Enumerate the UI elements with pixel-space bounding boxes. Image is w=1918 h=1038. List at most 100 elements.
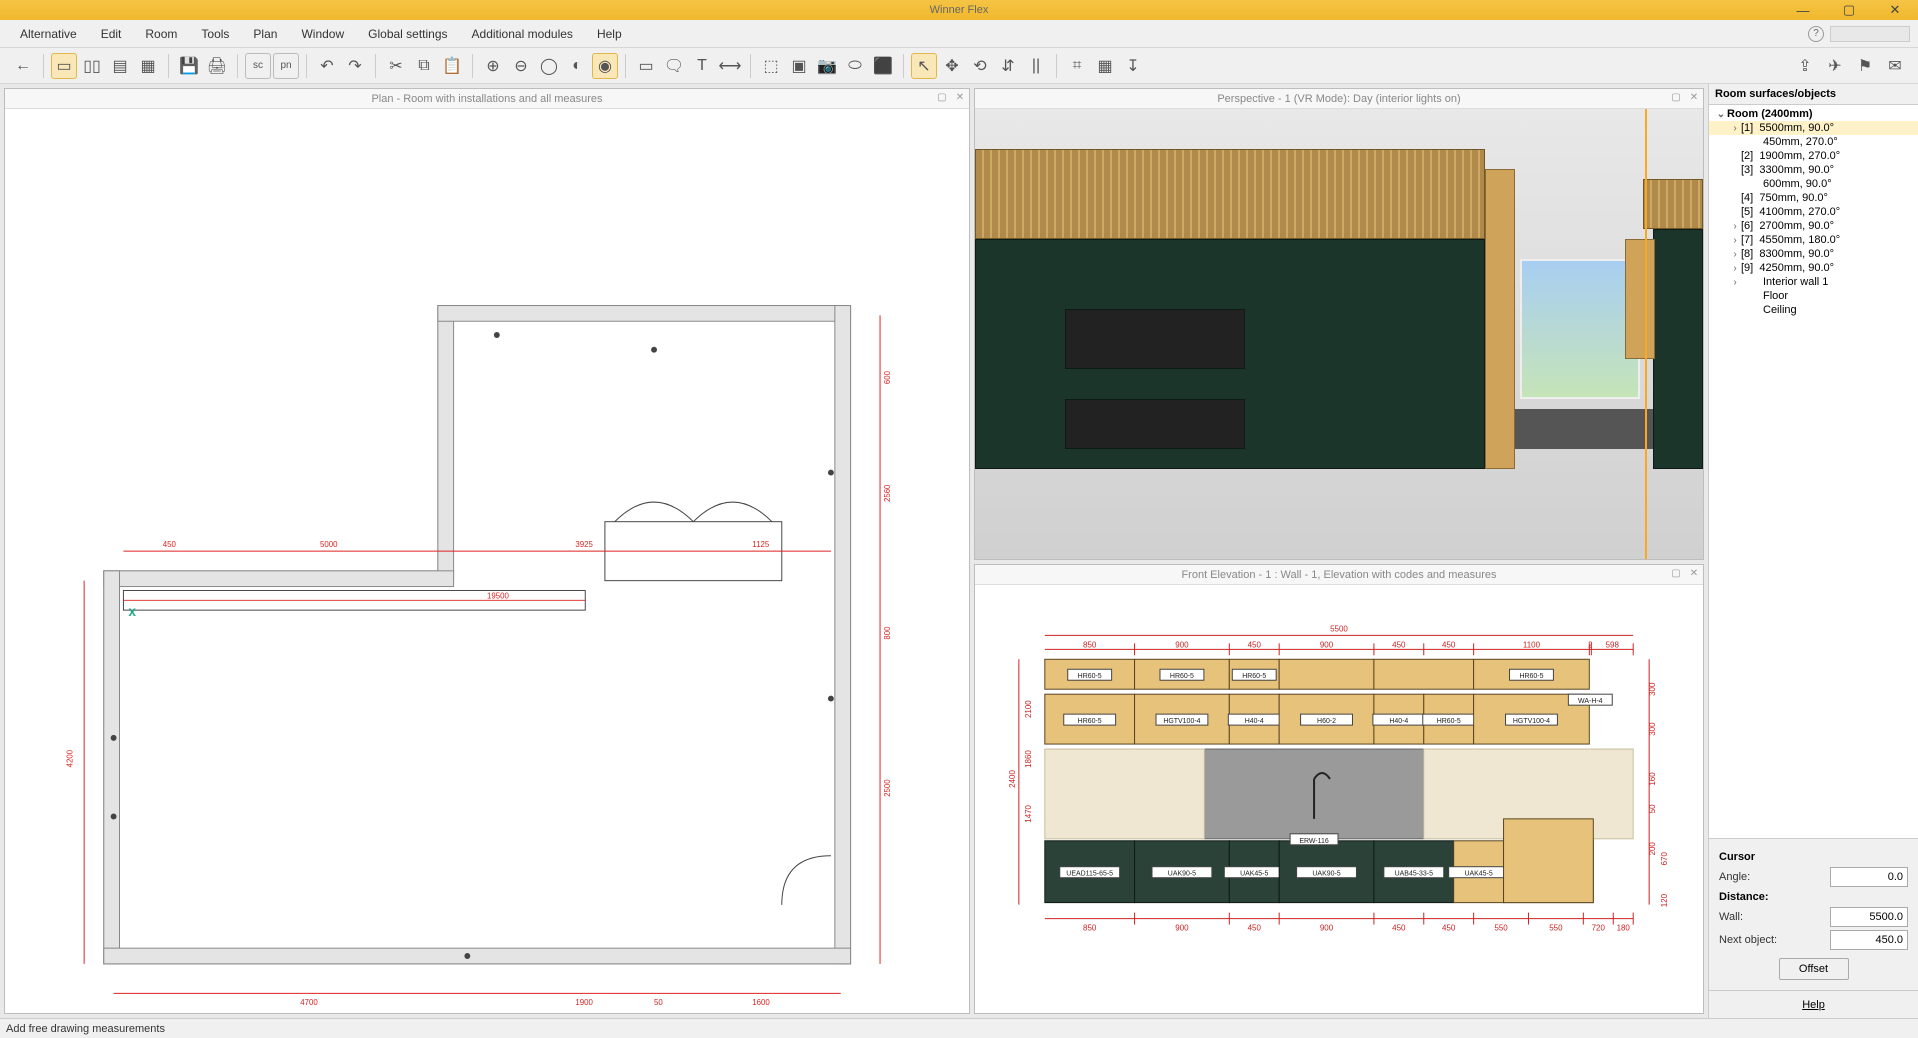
menu-additional-modules[interactable]: Additional modules bbox=[460, 23, 585, 45]
user-area[interactable] bbox=[1830, 26, 1910, 42]
zoom-region-icon[interactable]: ◐ bbox=[564, 53, 590, 79]
zoom-out-icon[interactable]: ⊖ bbox=[508, 53, 534, 79]
3d-icon[interactable]: ⬛ bbox=[870, 53, 896, 79]
tree-item[interactable]: ›[9] 4250mm, 90.0° bbox=[1709, 261, 1918, 275]
save-icon[interactable]: 💾 bbox=[176, 53, 202, 79]
svg-text:670: 670 bbox=[1660, 852, 1669, 866]
view-elevation-icon[interactable]: ▤ bbox=[107, 53, 133, 79]
perspective-canvas[interactable] bbox=[975, 109, 1703, 559]
align-icon[interactable]: ⇵ bbox=[995, 53, 1021, 79]
offset-button[interactable]: Offset bbox=[1779, 958, 1849, 980]
menu-window[interactable]: Window bbox=[289, 23, 356, 45]
menu-tools[interactable]: Tools bbox=[189, 23, 241, 45]
print-icon[interactable]: 🖨 bbox=[204, 53, 230, 79]
pointer-icon[interactable]: ↖ bbox=[911, 53, 937, 79]
view-grid-icon[interactable]: ▦ bbox=[135, 53, 161, 79]
menu-room[interactable]: Room bbox=[133, 23, 189, 45]
chevron-right-icon[interactable]: › bbox=[1729, 263, 1741, 274]
tree-item[interactable]: [4] 750mm, 90.0° bbox=[1709, 191, 1918, 205]
send-icon[interactable]: ✈ bbox=[1822, 53, 1848, 79]
panel-close-icon[interactable]: ✕ bbox=[1687, 90, 1701, 104]
chevron-right-icon[interactable]: › bbox=[1729, 235, 1741, 246]
angle-input[interactable] bbox=[1830, 867, 1908, 887]
cut-icon[interactable]: ✂ bbox=[383, 53, 409, 79]
panel-close-icon[interactable]: ✕ bbox=[1687, 566, 1701, 580]
wall-input[interactable] bbox=[1830, 907, 1908, 927]
nav-back-icon[interactable]: ← bbox=[10, 53, 36, 79]
paste-icon[interactable]: 📋 bbox=[439, 53, 465, 79]
panel-maximize-icon[interactable]: ▢ bbox=[1669, 566, 1683, 580]
menu-help[interactable]: Help bbox=[585, 23, 634, 45]
note-icon[interactable]: 🗨 bbox=[661, 53, 687, 79]
help-icon[interactable]: ? bbox=[1808, 26, 1824, 42]
tree-item[interactable]: ›[7] 4550mm, 180.0° bbox=[1709, 233, 1918, 247]
redo-icon[interactable]: ↷ bbox=[342, 53, 368, 79]
mail-icon[interactable]: ✉ bbox=[1882, 53, 1908, 79]
tree-item[interactable]: [5] 4100mm, 270.0° bbox=[1709, 205, 1918, 219]
panel-maximize-icon[interactable]: ▢ bbox=[935, 90, 949, 104]
tree-item[interactable]: Ceiling bbox=[1709, 303, 1918, 317]
window-maximize-button[interactable]: ▢ bbox=[1826, 0, 1872, 20]
origin-icon[interactable]: ↧ bbox=[1120, 53, 1146, 79]
link-icon[interactable]: ⬭ bbox=[842, 53, 868, 79]
zoom-in-icon[interactable]: ⊕ bbox=[480, 53, 506, 79]
zoom-realtime-icon[interactable]: ◉ bbox=[592, 53, 618, 79]
svg-text:900: 900 bbox=[1175, 641, 1189, 650]
zoom-fit-icon[interactable]: ◯ bbox=[536, 53, 562, 79]
panel-maximize-icon[interactable]: ▢ bbox=[1669, 90, 1683, 104]
chevron-down-icon[interactable]: ⌄ bbox=[1715, 109, 1727, 120]
menu-edit[interactable]: Edit bbox=[89, 23, 134, 45]
tree-item[interactable]: ›[1] 5500mm, 90.0° bbox=[1709, 121, 1918, 135]
svg-text:5000: 5000 bbox=[320, 540, 338, 549]
view-split-icon[interactable]: ▯▯ bbox=[79, 53, 105, 79]
text-icon[interactable]: T bbox=[689, 53, 715, 79]
grid-toggle-icon[interactable]: ▦ bbox=[1092, 53, 1118, 79]
tree-item[interactable]: 600mm, 90.0° bbox=[1709, 177, 1918, 191]
panel-close-icon[interactable]: ✕ bbox=[953, 90, 967, 104]
window-close-button[interactable]: ✕ bbox=[1872, 0, 1918, 20]
object-icon[interactable]: ⬚ bbox=[758, 53, 784, 79]
tree-item[interactable]: [2] 1900mm, 270.0° bbox=[1709, 149, 1918, 163]
plan-canvas[interactable]: x bbox=[5, 109, 969, 1013]
camera-icon[interactable]: 📷 bbox=[814, 53, 840, 79]
next-object-label: Next object: bbox=[1719, 934, 1777, 946]
menu-global-settings[interactable]: Global settings bbox=[356, 23, 459, 45]
window-minimize-button[interactable]: ― bbox=[1780, 0, 1826, 20]
sidebar-help-link[interactable]: Help bbox=[1709, 990, 1918, 1018]
chevron-right-icon[interactable]: › bbox=[1729, 123, 1741, 134]
elevation-canvas[interactable]: 5500 85090045090045045011002598 HR60-5HR… bbox=[975, 585, 1703, 1013]
menu-alternative[interactable]: Alternative bbox=[8, 23, 89, 45]
tree-item[interactable]: 450mm, 270.0° bbox=[1709, 135, 1918, 149]
tree-item[interactable]: [3] 3300mm, 90.0° bbox=[1709, 163, 1918, 177]
dimension-icon[interactable]: ⟷ bbox=[717, 53, 743, 79]
svg-text:450: 450 bbox=[1442, 924, 1456, 933]
svg-text:450: 450 bbox=[1392, 641, 1406, 650]
tree-item[interactable]: Floor bbox=[1709, 289, 1918, 303]
tree-item[interactable]: ›Interior wall 1 bbox=[1709, 275, 1918, 289]
orbit-icon[interactable]: ⟲ bbox=[967, 53, 993, 79]
layer-icon[interactable]: ▭ bbox=[633, 53, 659, 79]
menu-plan[interactable]: Plan bbox=[241, 23, 289, 45]
snap-icon[interactable]: ⌗ bbox=[1064, 53, 1090, 79]
tree-item[interactable]: ›[6] 2700mm, 90.0° bbox=[1709, 219, 1918, 233]
room-tree[interactable]: ⌄ Room (2400mm) ›[1] 5500mm, 90.0°450mm,… bbox=[1709, 105, 1918, 838]
sc-icon[interactable]: sc bbox=[245, 53, 271, 79]
view-plan-icon[interactable]: ▭ bbox=[51, 53, 77, 79]
chevron-right-icon[interactable]: › bbox=[1729, 221, 1741, 232]
chevron-right-icon[interactable]: › bbox=[1729, 249, 1741, 260]
pn-icon[interactable]: pn bbox=[273, 53, 299, 79]
chevron-right-icon[interactable]: › bbox=[1729, 277, 1741, 288]
mirror-icon[interactable]: || bbox=[1023, 53, 1049, 79]
svg-text:4700: 4700 bbox=[300, 998, 318, 1007]
tree-item-label: Floor bbox=[1763, 290, 1788, 302]
pan-icon[interactable]: ✥ bbox=[939, 53, 965, 79]
copy-icon[interactable]: ⧉ bbox=[411, 53, 437, 79]
tree-item[interactable]: ›[8] 8300mm, 90.0° bbox=[1709, 247, 1918, 261]
svg-text:300: 300 bbox=[1648, 722, 1657, 736]
export-icon[interactable]: ⇪ bbox=[1792, 53, 1818, 79]
flag-icon[interactable]: ⚑ bbox=[1852, 53, 1878, 79]
undo-icon[interactable]: ↶ bbox=[314, 53, 340, 79]
next-object-input[interactable] bbox=[1830, 930, 1908, 950]
tree-root[interactable]: ⌄ Room (2400mm) bbox=[1709, 107, 1918, 121]
group-icon[interactable]: ▣ bbox=[786, 53, 812, 79]
